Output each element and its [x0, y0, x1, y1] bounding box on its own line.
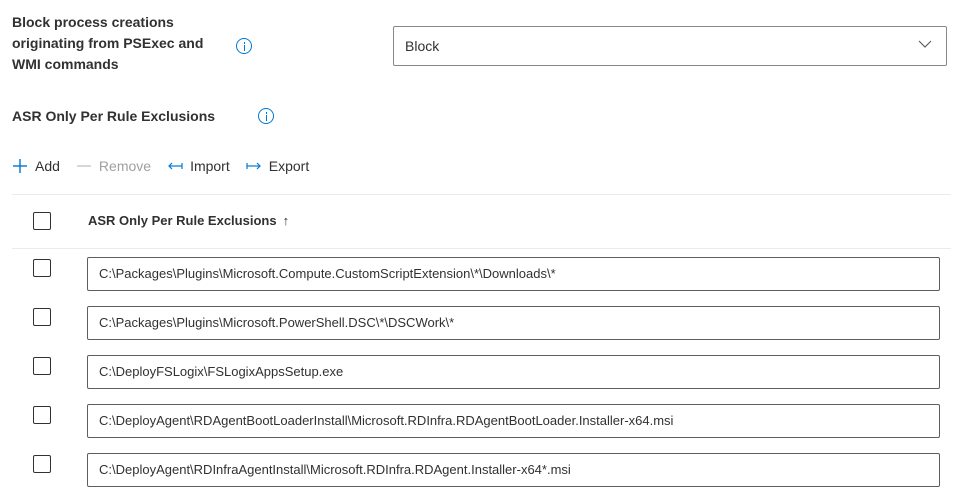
exclusion-path-input[interactable]: C:\DeployAgent\RDInfraAgentInstall\Micro…: [87, 453, 940, 487]
import-button[interactable]: Import: [167, 158, 230, 174]
row-checkbox[interactable]: [33, 259, 51, 277]
row-checkbox[interactable]: [33, 357, 51, 375]
info-icon[interactable]: [258, 108, 274, 124]
export-arrow-icon: [246, 162, 261, 170]
table-row: C:\DeployFSLogix\FSLogixAppsSetup.exe: [12, 348, 951, 396]
dropdown-value: Block: [405, 38, 440, 54]
export-button[interactable]: Export: [246, 158, 309, 174]
column-header[interactable]: ASR Only Per Rule Exclusions ↑: [88, 213, 289, 228]
rule-action-dropdown[interactable]: Block: [393, 26, 947, 66]
remove-label: Remove: [98, 158, 152, 174]
header-divider: [12, 248, 951, 249]
select-all-checkbox[interactable]: [33, 212, 51, 230]
row-checkbox[interactable]: [33, 455, 51, 473]
column-header-label: ASR Only Per Rule Exclusions: [88, 213, 277, 228]
add-button[interactable]: Add: [12, 158, 60, 174]
exclusion-path-input[interactable]: C:\Packages\Plugins\Microsoft.Compute.Cu…: [87, 257, 940, 291]
info-icon[interactable]: [236, 38, 252, 54]
toolbar-divider: [12, 194, 951, 195]
plus-icon: [13, 159, 27, 173]
table-row: C:\DeployAgent\RDAgentBootLoaderInstall\…: [12, 397, 951, 445]
exclusion-path-input[interactable]: C:\Packages\Plugins\Microsoft.PowerShell…: [87, 306, 940, 340]
table-row: C:\Packages\Plugins\Microsoft.PowerShell…: [12, 299, 951, 347]
chevron-down-icon: [918, 40, 932, 48]
row-checkbox[interactable]: [33, 308, 51, 326]
remove-button[interactable]: Remove: [76, 158, 151, 174]
minus-icon: [76, 165, 91, 167]
table-row: C:\DeployAgent\RDInfraAgentInstall\Micro…: [12, 446, 951, 494]
export-label: Export: [268, 158, 310, 174]
row-checkbox[interactable]: [33, 406, 51, 424]
table-header: ASR Only Per Rule Exclusions ↑: [12, 196, 951, 248]
exclusions-label: ASR Only Per Rule Exclusions: [12, 108, 216, 124]
import-arrow-icon: [168, 162, 183, 170]
table-row: C:\Packages\Plugins\Microsoft.Compute.Cu…: [12, 250, 951, 298]
exclusion-path-input[interactable]: C:\DeployAgent\RDAgentBootLoaderInstall\…: [87, 404, 940, 438]
import-label: Import: [190, 158, 230, 174]
sort-ascending-icon: ↑: [282, 213, 290, 228]
setting-label: Block process creations originating from…: [12, 14, 204, 72]
asr-rule-settings: Block process creations originating from…: [0, 0, 971, 502]
add-label: Add: [35, 158, 60, 174]
exclusion-path-input[interactable]: C:\DeployFSLogix\FSLogixAppsSetup.exe: [87, 355, 940, 389]
exclusions-toolbar: Add Remove Import Export: [12, 154, 325, 178]
